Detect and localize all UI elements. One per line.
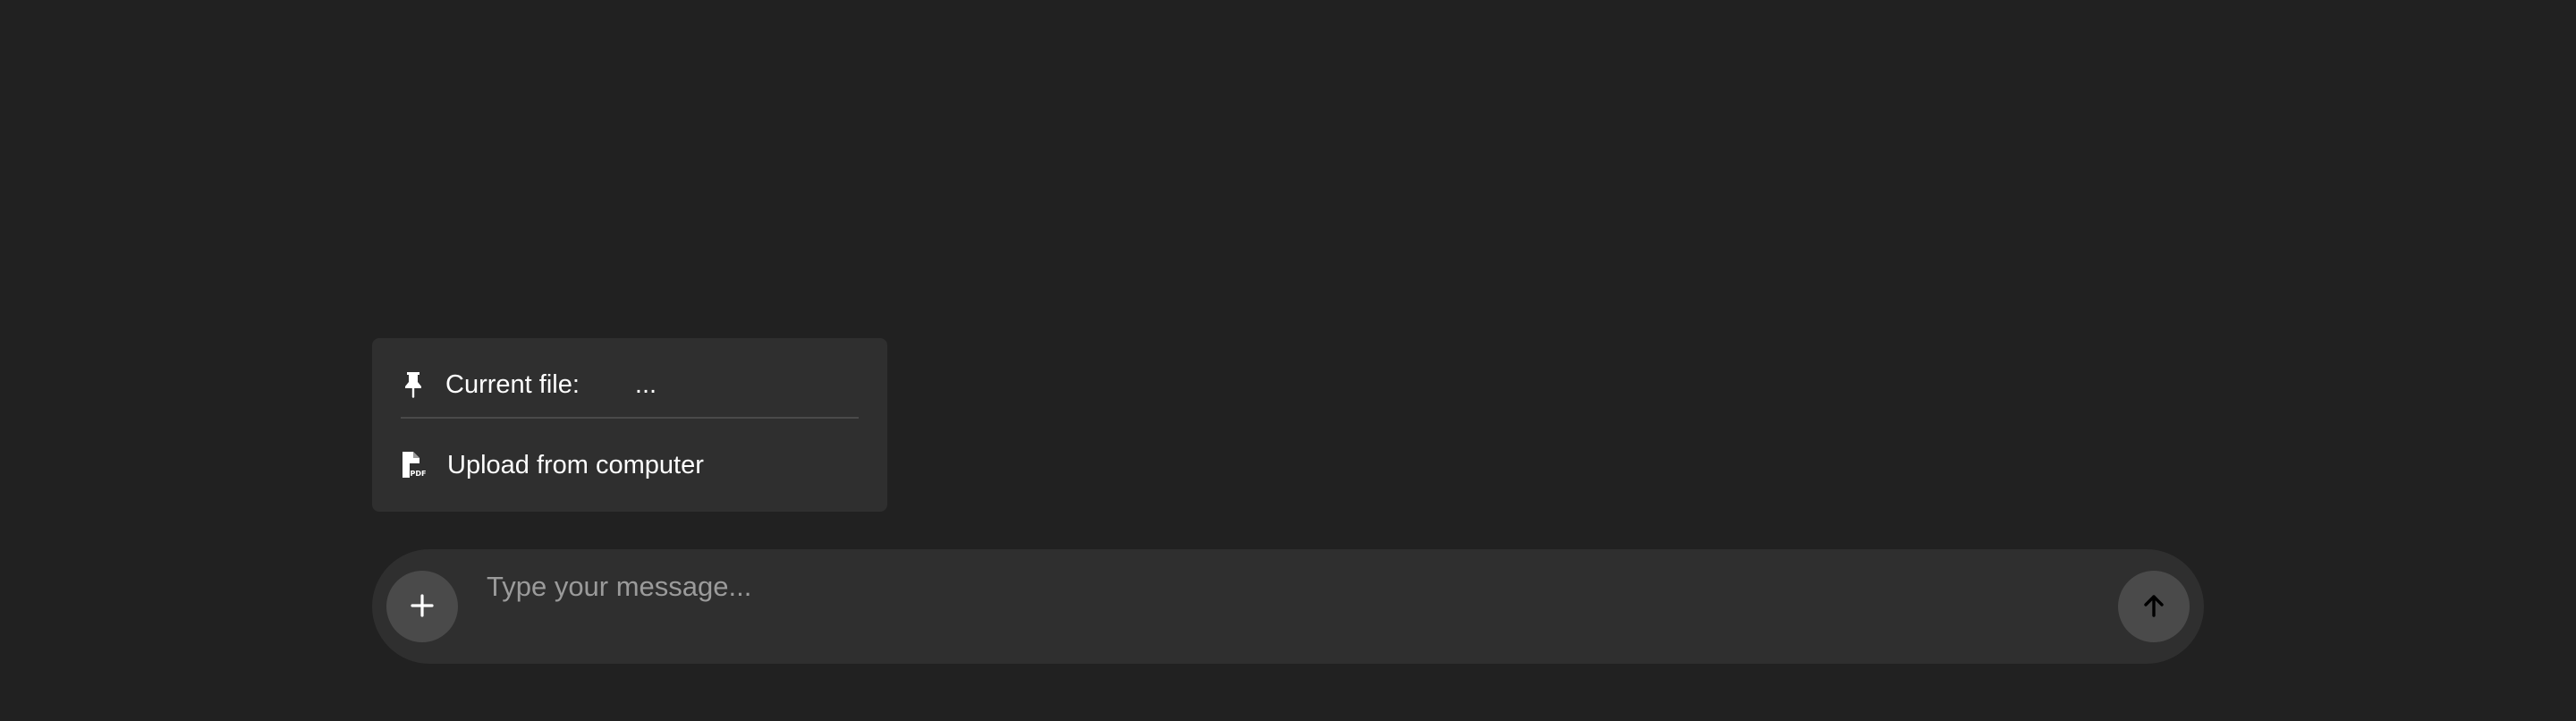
chat-page: Current file: ... PDF Upload from comput…: [0, 0, 2576, 721]
message-composer: [372, 549, 2204, 664]
add-attachment-button[interactable]: [386, 571, 458, 642]
pdf-file-icon: PDF: [401, 451, 426, 479]
attachment-menu: Current file: ... PDF Upload from comput…: [372, 338, 887, 512]
send-button[interactable]: [2118, 571, 2190, 642]
upload-label: Upload from computer: [447, 450, 704, 479]
arrow-up-icon: [2140, 591, 2168, 623]
current-file-item[interactable]: Current file: ...: [401, 367, 657, 403]
plus-icon: [409, 592, 436, 622]
message-input[interactable]: [487, 562, 2097, 612]
upload-from-computer-item[interactable]: PDF Upload from computer: [401, 447, 704, 483]
svg-text:PDF: PDF: [411, 470, 426, 478]
pin-icon: [401, 370, 426, 399]
current-file-label: Current file:: [445, 369, 580, 399]
menu-divider: [401, 417, 859, 419]
current-file-value: ...: [634, 369, 657, 399]
